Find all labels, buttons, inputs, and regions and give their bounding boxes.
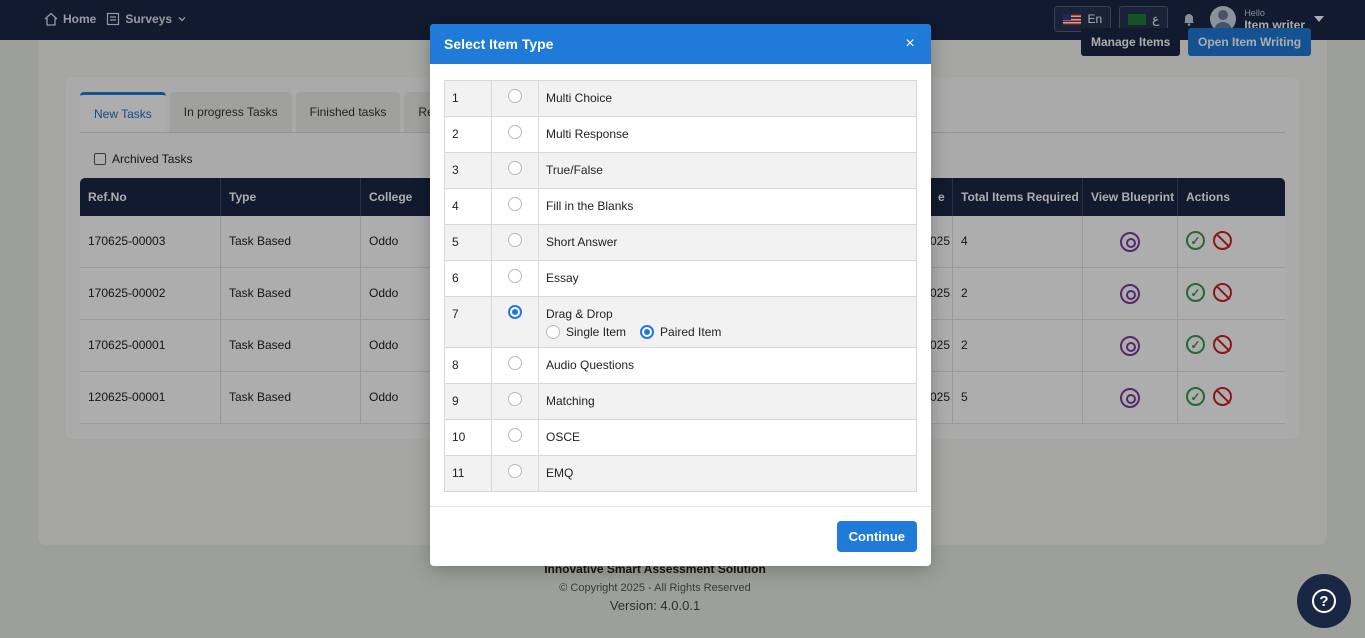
paired-item-radio[interactable] bbox=[640, 325, 655, 339]
close-icon[interactable]: × bbox=[901, 35, 919, 53]
item-type-radio-cell bbox=[491, 347, 539, 384]
item-type-row[interactable]: 6 Essay bbox=[444, 260, 917, 297]
item-type-number: 9 bbox=[444, 383, 492, 420]
item-type-radio[interactable] bbox=[508, 233, 522, 247]
item-type-row[interactable]: 5 Short Answer bbox=[444, 224, 917, 261]
item-type-label: Essay bbox=[538, 260, 917, 297]
paired-item-option[interactable]: Paired Item bbox=[640, 325, 721, 339]
item-type-radio-cell bbox=[491, 383, 539, 420]
select-item-type-modal: Select Item Type × 1 Multi Choice 2 Mult… bbox=[430, 24, 931, 566]
paired-item-label: Paired Item bbox=[660, 325, 722, 339]
help-icon: ? bbox=[1312, 589, 1336, 613]
item-type-label: True/False bbox=[538, 152, 917, 189]
item-type-label: Drag & Drop bbox=[546, 307, 613, 321]
single-item-label: Single Item bbox=[566, 325, 627, 339]
item-type-label: Short Answer bbox=[538, 224, 917, 261]
item-type-number: 4 bbox=[444, 188, 492, 225]
item-type-radio[interactable] bbox=[508, 356, 522, 370]
item-type-label-cell: Drag & Drop Single Item Paired Item bbox=[538, 296, 917, 348]
item-type-radio-selected[interactable] bbox=[508, 305, 522, 319]
item-type-row[interactable]: 2 Multi Response bbox=[444, 116, 917, 153]
single-item-option[interactable]: Single Item bbox=[546, 325, 626, 339]
item-type-radio[interactable] bbox=[508, 161, 522, 175]
item-type-row[interactable]: 10 OSCE bbox=[444, 419, 917, 456]
modal-title: Select Item Type bbox=[444, 36, 554, 52]
item-type-label: EMQ bbox=[538, 455, 917, 492]
item-type-radio[interactable] bbox=[508, 392, 522, 406]
item-type-number: 5 bbox=[444, 224, 492, 261]
item-type-radio-cell bbox=[491, 455, 539, 492]
item-type-number: 8 bbox=[444, 347, 492, 384]
item-type-radio-cell bbox=[491, 296, 539, 348]
item-type-number: 7 bbox=[444, 296, 492, 348]
item-type-label: Multi Response bbox=[538, 116, 917, 153]
item-type-label: Fill in the Blanks bbox=[538, 188, 917, 225]
single-item-radio[interactable] bbox=[546, 325, 560, 339]
item-type-number: 1 bbox=[444, 80, 492, 117]
item-type-radio-cell bbox=[491, 80, 539, 117]
item-type-number: 6 bbox=[444, 260, 492, 297]
item-type-number: 10 bbox=[444, 419, 492, 456]
item-type-row[interactable]: 11 EMQ bbox=[444, 455, 917, 492]
item-type-radio-cell bbox=[491, 224, 539, 261]
item-type-number: 2 bbox=[444, 116, 492, 153]
help-button[interactable]: ? bbox=[1297, 574, 1351, 628]
item-type-label: Multi Choice bbox=[538, 80, 917, 117]
continue-button[interactable]: Continue bbox=[836, 521, 917, 552]
item-type-radio-cell bbox=[491, 419, 539, 456]
item-type-row[interactable]: 4 Fill in the Blanks bbox=[444, 188, 917, 225]
item-type-radio-cell bbox=[491, 188, 539, 225]
item-type-label: Matching bbox=[538, 383, 917, 420]
item-type-row[interactable]: 3 True/False bbox=[444, 152, 917, 189]
item-type-row[interactable]: 9 Matching bbox=[444, 383, 917, 420]
item-type-row-drag-drop[interactable]: 7 Drag & Drop Single Item Paired Item bbox=[444, 296, 917, 348]
item-type-row[interactable]: 1 Multi Choice bbox=[444, 80, 917, 117]
item-type-label: OSCE bbox=[538, 419, 917, 456]
item-type-radio[interactable] bbox=[508, 464, 522, 478]
modal-footer: Continue bbox=[430, 506, 931, 566]
item-type-row[interactable]: 8 Audio Questions bbox=[444, 347, 917, 384]
drag-drop-sub-options: Single Item Paired Item bbox=[546, 325, 916, 347]
modal-header: Select Item Type × bbox=[430, 24, 931, 64]
item-type-label: Audio Questions bbox=[538, 347, 917, 384]
item-type-table: 1 Multi Choice 2 Multi Response 3 True/F… bbox=[444, 80, 917, 492]
item-type-radio[interactable] bbox=[508, 197, 522, 211]
item-type-radio-cell bbox=[491, 260, 539, 297]
item-type-number: 3 bbox=[444, 152, 492, 189]
item-type-radio-cell bbox=[491, 152, 539, 189]
item-type-radio-cell bbox=[491, 116, 539, 153]
item-type-radio[interactable] bbox=[508, 428, 522, 442]
item-type-radio[interactable] bbox=[508, 125, 522, 139]
item-type-number: 11 bbox=[444, 455, 492, 492]
item-type-radio[interactable] bbox=[508, 269, 522, 283]
item-type-radio[interactable] bbox=[508, 89, 522, 103]
